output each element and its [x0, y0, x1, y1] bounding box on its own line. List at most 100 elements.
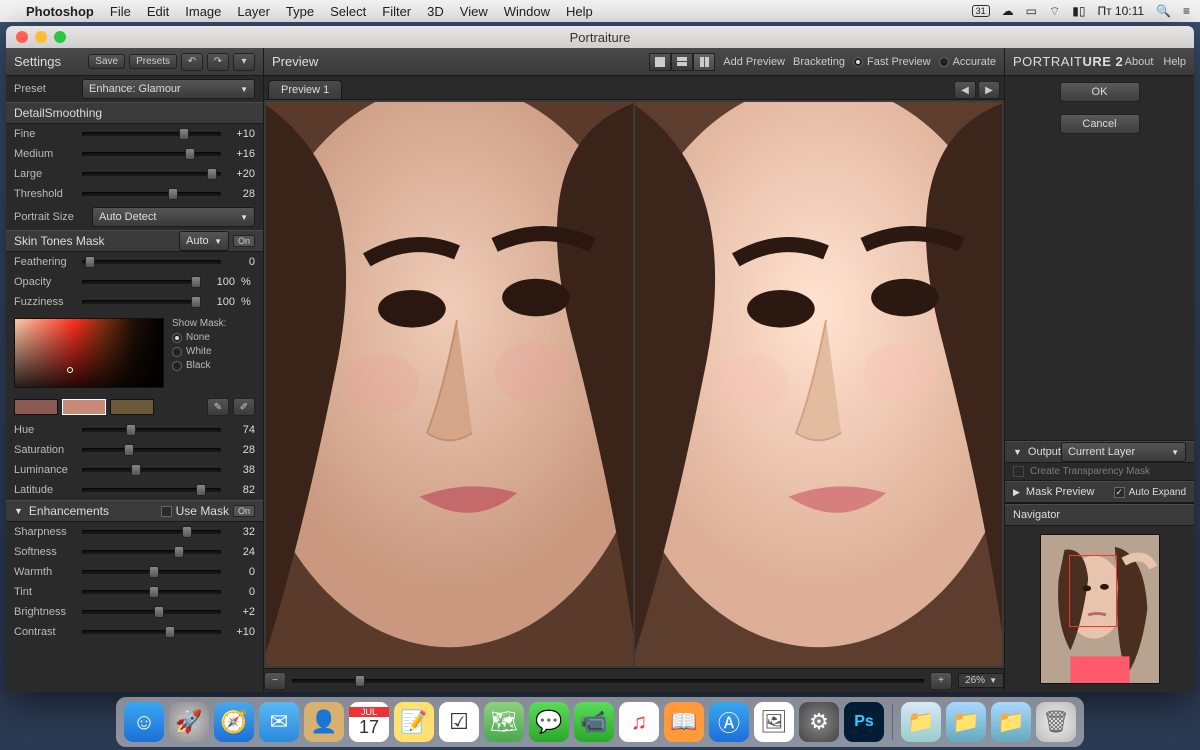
- contrast-slider[interactable]: [82, 625, 221, 639]
- fine-slider[interactable]: [82, 127, 221, 141]
- skin-tones-mode-dropdown[interactable]: Auto▼: [179, 231, 229, 251]
- dock-notes-icon[interactable]: 📝: [394, 702, 434, 742]
- accurate-radio[interactable]: Accurate: [939, 56, 996, 68]
- dock-mail-icon[interactable]: ✉: [259, 702, 299, 742]
- mask-white-radio[interactable]: White: [172, 346, 226, 357]
- menu-file[interactable]: File: [110, 4, 131, 19]
- zoom-value-dropdown[interactable]: 26%▼: [958, 673, 1004, 688]
- menubar-app-name[interactable]: Photoshop: [26, 4, 94, 19]
- dock-preview-icon[interactable]: 🖼: [754, 702, 794, 742]
- dock-facetime-icon[interactable]: 📹: [574, 702, 614, 742]
- swatch-3[interactable]: [110, 399, 154, 415]
- dock-safari-icon[interactable]: 🧭: [214, 702, 254, 742]
- large-slider[interactable]: [82, 167, 221, 181]
- navigator-thumbnail[interactable]: [1040, 534, 1160, 684]
- spotlight-icon[interactable]: 🔍: [1156, 4, 1171, 18]
- enhancements-on-toggle[interactable]: On: [233, 505, 255, 517]
- dock-photoshop-icon[interactable]: Ps: [844, 702, 884, 742]
- output-header[interactable]: ▼Output Current Layer▼: [1005, 441, 1194, 463]
- view-split-button[interactable]: [693, 53, 715, 71]
- window-zoom-button[interactable]: [54, 31, 66, 43]
- notification-center-icon[interactable]: ≡: [1183, 4, 1190, 18]
- mask-none-radio[interactable]: None: [172, 332, 226, 343]
- dock-appstore-icon[interactable]: Ⓐ: [709, 702, 749, 742]
- color-gradient-picker[interactable]: [14, 318, 164, 388]
- dock-folder-2-icon[interactable]: 📁: [946, 702, 986, 742]
- fuzziness-slider[interactable]: [82, 295, 201, 309]
- add-preview-button[interactable]: Add Preview: [723, 56, 785, 68]
- medium-slider[interactable]: [82, 147, 221, 161]
- menu-filter[interactable]: Filter: [382, 4, 411, 19]
- cloud-status-icon[interactable]: ☁: [1002, 4, 1014, 18]
- dock-maps-icon[interactable]: 🗺: [484, 702, 524, 742]
- warmth-slider[interactable]: [82, 565, 221, 579]
- dock-calendar-icon[interactable]: JUL17: [349, 702, 389, 742]
- saturation-slider[interactable]: [82, 443, 221, 457]
- dock-ibooks-icon[interactable]: 📖: [664, 702, 704, 742]
- preset-dropdown[interactable]: Enhance: Glamour ▼: [82, 79, 255, 99]
- dock-folder-3-icon[interactable]: 📁: [991, 702, 1031, 742]
- latitude-slider[interactable]: [82, 483, 221, 497]
- menu-image[interactable]: Image: [185, 4, 221, 19]
- dock-itunes-icon[interactable]: ♫: [619, 702, 659, 742]
- tab-next-icon[interactable]: ▶: [978, 81, 1000, 99]
- enhancements-header[interactable]: ▼Enhancements Use Mask On: [6, 500, 263, 522]
- dock-reminders-icon[interactable]: ☑: [439, 702, 479, 742]
- fast-preview-radio[interactable]: Fast Preview: [853, 56, 931, 68]
- calendar-status-icon[interactable]: 31: [972, 5, 990, 17]
- undo-icon[interactable]: ↶: [181, 53, 203, 71]
- menu-view[interactable]: View: [460, 4, 488, 19]
- hue-slider[interactable]: [82, 423, 221, 437]
- opacity-slider[interactable]: [82, 275, 201, 289]
- history-dropdown-icon[interactable]: ▾: [233, 53, 255, 71]
- zoom-slider[interactable]: [292, 674, 924, 688]
- threshold-slider[interactable]: [82, 187, 221, 201]
- display-status-icon[interactable]: ▭: [1026, 4, 1037, 18]
- dock-launchpad-icon[interactable]: 🚀: [169, 702, 209, 742]
- swatch-1[interactable]: [14, 399, 58, 415]
- dock-settings-icon[interactable]: ⚙: [799, 702, 839, 742]
- menu-help[interactable]: Help: [566, 4, 593, 19]
- menu-select[interactable]: Select: [330, 4, 366, 19]
- dock-folder-1-icon[interactable]: 📁: [901, 702, 941, 742]
- menu-edit[interactable]: Edit: [147, 4, 169, 19]
- menu-type[interactable]: Type: [286, 4, 314, 19]
- about-link[interactable]: About: [1125, 56, 1154, 68]
- tint-slider[interactable]: [82, 585, 221, 599]
- mask-preview-header[interactable]: ▶Mask Preview Auto Expand: [1005, 481, 1194, 503]
- view-stacked-button[interactable]: [671, 53, 693, 71]
- menu-layer[interactable]: Layer: [237, 4, 270, 19]
- navigator-viewport-rect[interactable]: [1069, 555, 1117, 627]
- window-titlebar[interactable]: Portraiture: [6, 26, 1194, 48]
- eyedropper-minus-icon[interactable]: ✐: [233, 398, 255, 416]
- save-button[interactable]: Save: [88, 54, 125, 69]
- view-single-button[interactable]: [649, 53, 671, 71]
- wifi-status-icon[interactable]: ⌔: [1049, 4, 1060, 19]
- preview-area[interactable]: [264, 100, 1004, 668]
- luminance-slider[interactable]: [82, 463, 221, 477]
- preview-tab-1[interactable]: Preview 1: [268, 80, 342, 99]
- mask-black-radio[interactable]: Black: [172, 360, 226, 371]
- ok-button[interactable]: OK: [1060, 82, 1140, 102]
- dock-trash-icon[interactable]: 🗑: [1036, 702, 1076, 742]
- presets-button[interactable]: Presets: [129, 54, 177, 69]
- brightness-slider[interactable]: [82, 605, 221, 619]
- help-link[interactable]: Help: [1163, 56, 1186, 68]
- gradient-sample-point[interactable]: [67, 367, 73, 373]
- bracketing-button[interactable]: Bracketing: [793, 56, 845, 68]
- feathering-slider[interactable]: [82, 255, 221, 269]
- zoom-in-button[interactable]: +: [930, 672, 952, 690]
- auto-expand-checkbox[interactable]: [1114, 487, 1125, 498]
- zoom-out-button[interactable]: −: [264, 672, 286, 690]
- swatch-2[interactable]: [62, 399, 106, 415]
- menubar-clock[interactable]: Пт 10:11: [1097, 4, 1144, 18]
- dock-contacts-icon[interactable]: 👤: [304, 702, 344, 742]
- tab-prev-icon[interactable]: ◀: [954, 81, 976, 99]
- use-mask-checkbox[interactable]: [161, 506, 172, 517]
- battery-status-icon[interactable]: ▮▯: [1072, 4, 1085, 18]
- softness-slider[interactable]: [82, 545, 221, 559]
- menu-window[interactable]: Window: [504, 4, 550, 19]
- eyedropper-icon[interactable]: ✎: [207, 398, 229, 416]
- cancel-button[interactable]: Cancel: [1060, 114, 1140, 134]
- skin-tones-on-toggle[interactable]: On: [233, 235, 255, 247]
